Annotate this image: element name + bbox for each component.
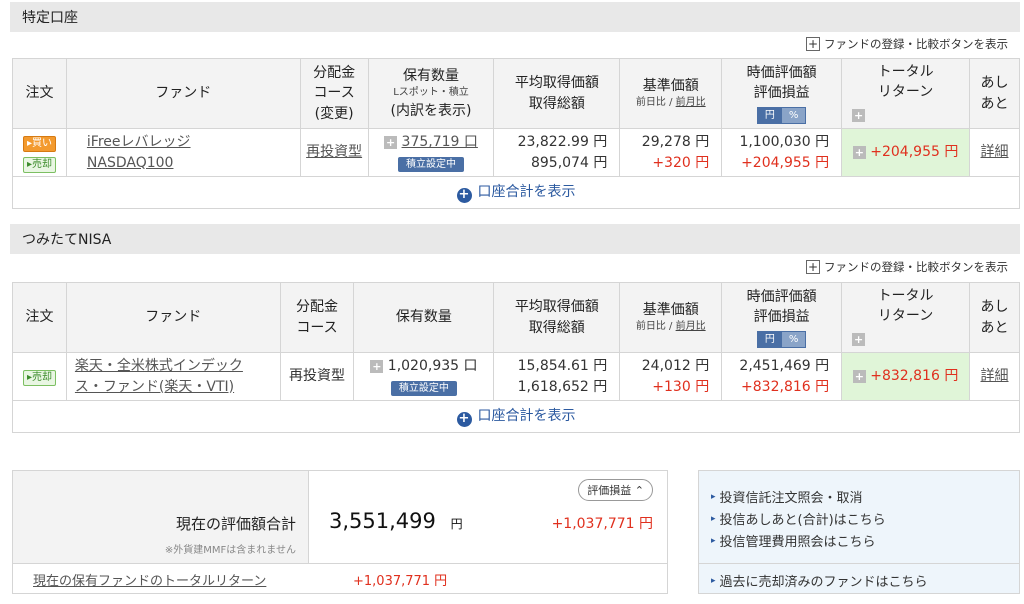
col-history: あし あと — [969, 282, 1020, 353]
fund-table-nisa: 注文 ファンド 分配金 コース 保有数量 平均取得価額 取得総額 基準価額 前日比 … — [12, 282, 1020, 433]
market-value: 1,100,030 円 — [739, 134, 830, 151]
table-row: ▸買い ▸売却 iFreeレバレッジ NASDAQ100 再投資型 + 375,7… — [12, 128, 1020, 177]
col-avg-price: 平均取得価額 取得総額 — [493, 282, 621, 353]
expand-icon[interactable]: + — [852, 332, 866, 346]
distribution-course: 再投資型 — [279, 352, 355, 401]
register-compare-toggle[interactable]: + ファンドの登録・比較ボタンを表示 — [806, 36, 1008, 52]
total-return: +832,816 円 — [870, 368, 959, 385]
section-title: つみたてNISA — [22, 232, 112, 248]
section-header-tokutei: 特定口座 — [10, 2, 1020, 32]
section-header-nisa: つみたてNISA — [10, 224, 1020, 254]
col-distribution: 分配金 コース (変更) — [299, 58, 369, 129]
unrealized-gain: +832,816 円 — [741, 378, 830, 395]
arrow-icon: ▸ — [711, 513, 716, 524]
base-change: +320 円 — [652, 154, 710, 171]
expand-icon[interactable]: + — [370, 360, 384, 374]
distribution-change-link[interactable]: (変更) — [301, 104, 368, 124]
base-price: 24,012 円 — [641, 358, 710, 375]
col-total-return: トータル リターン + — [841, 282, 971, 353]
circle-plus-icon: + — [456, 411, 472, 427]
avg-price: 23,822.99 円 — [517, 134, 608, 151]
col-total-return: トータル リターン + — [841, 58, 971, 129]
plus-icon: + — [806, 37, 820, 51]
col-quantity: 保有数量 — [353, 282, 495, 353]
fund-name-link[interactable]: 楽天・全米株式インデック ス・ファンド(楽天・VTI) — [75, 356, 280, 397]
quantity-link[interactable]: 375,719 口 — [402, 134, 478, 150]
col-history: あし あと — [969, 58, 1020, 129]
yen-percent-toggle[interactable]: 円% — [756, 106, 807, 124]
sell-button[interactable]: ▸売却 — [22, 370, 56, 386]
sell-button[interactable]: ▸売却 — [22, 156, 56, 173]
accumulation-badge[interactable]: 積立設定中 — [390, 380, 457, 396]
show-account-total-button[interactable]: + 口座合計を表示 — [12, 400, 1020, 433]
show-account-total-button[interactable]: + 口座合計を表示 — [12, 176, 1020, 209]
register-compare-toggle[interactable]: + ファンドの登録・比較ボタンを表示 — [806, 259, 1008, 275]
link-fee-inquiry[interactable]: ▸ 投信管理費用照会はこちら — [711, 531, 876, 550]
fund-table-tokutei: 注文 ファンド 分配金 コース (変更) 保有数量 Lスポット・積立 (内訳を表… — [12, 58, 1020, 209]
quantity-breakdown-link[interactable]: (内訳を表示) — [369, 101, 494, 121]
detail-link[interactable]: 詳細 — [981, 144, 1009, 160]
col-order: 注文 — [12, 282, 67, 353]
expand-icon[interactable]: + — [384, 136, 398, 150]
col-avg-price: 平均取得価額 取得総額 — [493, 58, 621, 129]
base-change: +130 円 — [652, 378, 710, 395]
total-return: +204,955 円 — [870, 144, 959, 161]
link-history-total[interactable]: ▸ 投信あしあと(合計)はこちら — [711, 509, 886, 528]
expand-icon[interactable]: + — [852, 108, 866, 122]
col-market-value: 時価評価額 評価損益 円% — [721, 282, 843, 353]
fund-name-link[interactable]: iFreeレバレッジ NASDAQ100 — [87, 132, 300, 173]
col-quantity: 保有数量 Lスポット・積立 (内訳を表示) — [367, 58, 495, 129]
col-distribution: 分配金 コース — [279, 282, 355, 353]
total-return-link[interactable]: 現在の保有ファンドのトータルリターン — [33, 570, 266, 589]
toggle-arrow-icon: ⌃ — [634, 484, 644, 497]
total-return-value: +1,037,771 円 — [353, 574, 448, 589]
eval-type-toggle[interactable]: 評価損益 ⌃ — [578, 479, 653, 501]
expand-icon[interactable]: + — [852, 370, 866, 384]
expand-icon[interactable]: + — [852, 146, 866, 160]
arrow-icon: ▸ — [711, 535, 716, 546]
col-fund: ファンド — [65, 282, 281, 353]
detail-link[interactable]: 詳細 — [981, 368, 1009, 384]
summary-note: ※外貨建MMFは含まれません — [164, 545, 296, 556]
base-price: 29,278 円 — [641, 134, 710, 151]
col-fund: ファンド — [65, 58, 301, 129]
yen-percent-toggle[interactable]: 円% — [756, 330, 807, 348]
col-base-price: 基準価額 前日比 / 前月比 — [619, 282, 723, 353]
avg-price: 15,854.61 円 — [517, 358, 608, 375]
table-row: ▸売却 楽天・全米株式インデック ス・ファンド(楽天・VTI) 再投資型 + 1,… — [12, 352, 1020, 401]
summary-value: 3,551,499 — [329, 509, 436, 533]
col-market-value: 時価評価額 評価損益 円% — [721, 58, 843, 129]
month-change-link[interactable]: 前月比 — [676, 97, 706, 108]
total-cost: 895,074 円 — [530, 154, 608, 171]
distribution-course-link[interactable]: 再投資型 — [306, 144, 362, 160]
unrealized-gain: +204,955 円 — [741, 154, 830, 171]
summary-label: 現在の評価額合計 — [175, 515, 296, 533]
month-change-link[interactable]: 前月比 — [676, 321, 706, 332]
market-value: 2,451,469 円 — [739, 358, 830, 375]
accumulation-badge[interactable]: 積立設定中 — [397, 156, 464, 172]
link-order-inquiry[interactable]: ▸ 投資信託注文照会・取消 — [711, 487, 863, 506]
arrow-icon: ▸ — [711, 575, 716, 586]
plus-icon: + — [806, 260, 820, 274]
summary-panel: 現在の評価額合計 ※外貨建MMFは含まれません 3,551,499 円 評価損益… — [12, 470, 668, 594]
related-links: ▸ 投資信託注文照会・取消 ▸ 投信あしあと(合計)はこちら ▸ 投信管理費用照会はこ… — [698, 470, 1020, 594]
col-order: 注文 — [12, 58, 67, 129]
arrow-icon: ▸ — [711, 491, 716, 502]
col-base-price: 基準価額 前日比 / 前月比 — [619, 58, 723, 129]
summary-gain: +1,037,771 円 — [551, 516, 653, 532]
buy-button[interactable]: ▸買い — [22, 135, 56, 152]
section-title: 特定口座 — [22, 10, 78, 26]
quantity: 1,020,935 口 — [387, 358, 478, 375]
circle-plus-icon: + — [456, 187, 472, 203]
link-sold-funds[interactable]: ▸ 過去に売却済みのファンドはこちら — [711, 571, 928, 590]
total-cost: 1,618,652 円 — [517, 378, 608, 395]
